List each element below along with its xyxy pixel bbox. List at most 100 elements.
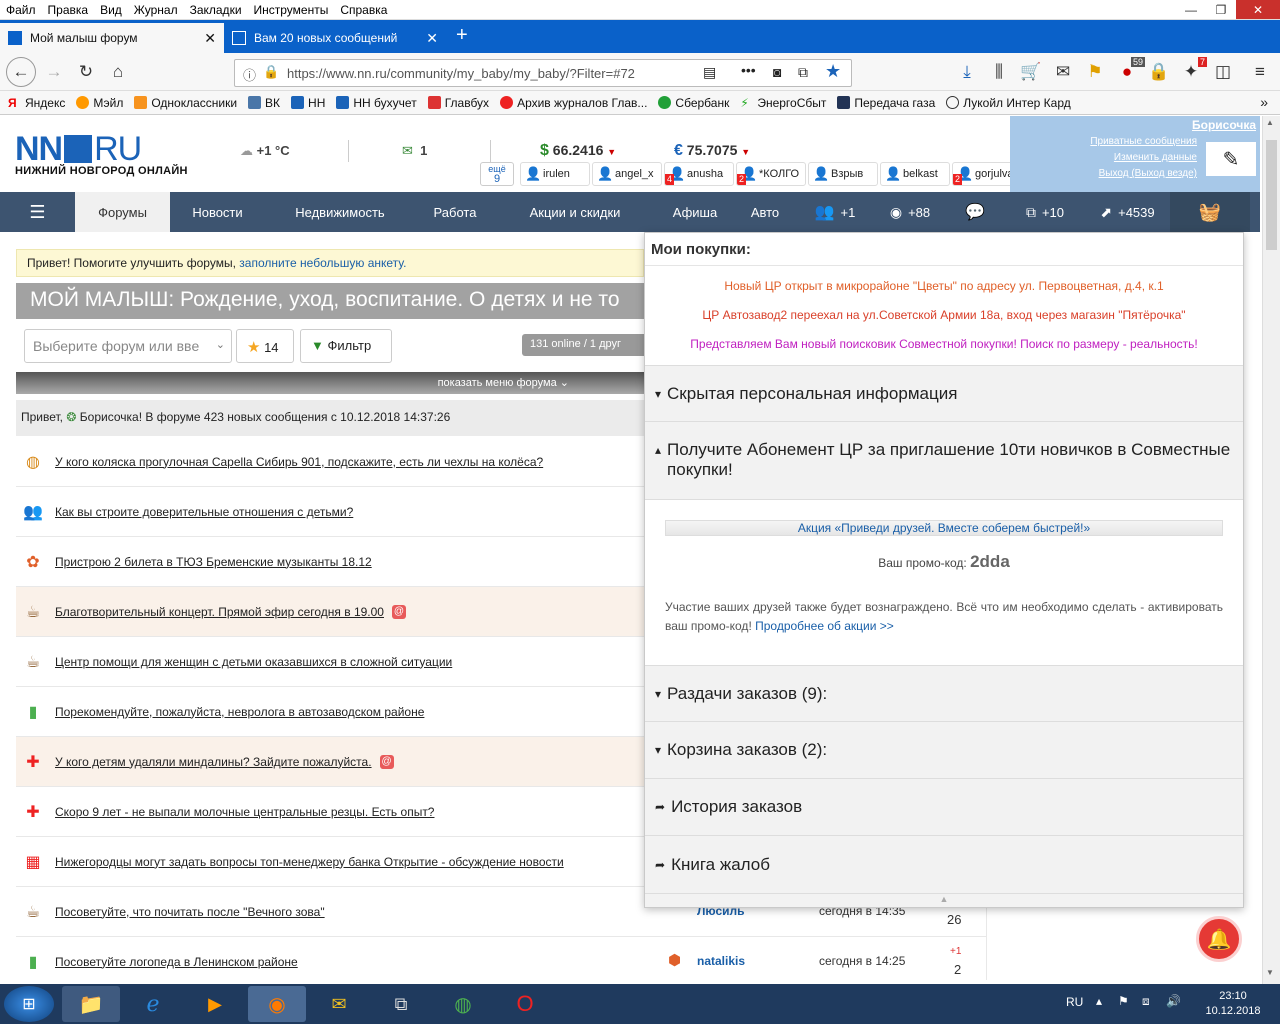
show-forum-menu[interactable]: показать меню форума ⌄ <box>16 372 644 394</box>
username-link[interactable]: Борисочка <box>1192 118 1256 132</box>
bookmark-archive[interactable]: Архив журналов Глав... <box>500 96 647 110</box>
complaints-section[interactable]: ➦ Книга жалоб <box>645 835 1243 893</box>
survey-link[interactable]: заполните небольшую анкету. <box>239 256 406 270</box>
pocket-icon[interactable]: ◙ <box>773 64 781 80</box>
lock-icon[interactable]: 🔒 <box>1147 61 1171 83</box>
menu-bookmarks[interactable]: Закладки <box>184 3 248 17</box>
bookmark-nn[interactable]: НН <box>291 96 325 110</box>
topic-link[interactable]: Посоветуйте, что почитать после "Вечного… <box>55 905 325 919</box>
bookmark-ok[interactable]: Одноклассники <box>134 96 237 110</box>
topic-row[interactable]: ☕ Благотворительный концерт. Прямой эфир … <box>16 587 644 637</box>
page-scrollbar[interactable]: ▲ ▼ <box>1262 116 1280 984</box>
friends-counter[interactable]: 👥 +1 <box>795 192 875 232</box>
hamburger-icon[interactable]: ☰ <box>0 192 75 232</box>
sidebar-icon[interactable]: ◫ <box>1211 61 1235 83</box>
online-user[interactable]: 👤 2 *КОЛГО <box>736 162 806 186</box>
close-icon[interactable]: ✕ <box>1236 0 1280 19</box>
online-user[interactable]: 👤 belkast <box>880 162 950 186</box>
menu-file[interactable]: Файл <box>0 3 42 17</box>
network-app-icon[interactable]: ⧉ <box>372 986 430 1022</box>
language-indicator[interactable]: RU <box>1066 995 1083 1009</box>
forum-select[interactable]: Выберите форум или ввe ⌄ <box>24 329 232 363</box>
topic-link[interactable]: Скоро 9 лет - не выпали молочные централ… <box>55 805 434 819</box>
forward-icon[interactable]: → <box>42 61 66 83</box>
promo-more-link[interactable]: Продробнее об акции >> <box>755 619 894 633</box>
filter-button[interactable]: ▼ Фильтр <box>300 329 392 363</box>
firefox-icon[interactable]: ◉ <box>248 986 306 1022</box>
topic-link[interactable]: Нижегородцы могут задать вопросы топ-мен… <box>55 855 564 869</box>
bookmark-mail[interactable]: Мэйл <box>76 96 123 110</box>
order-history-section[interactable]: ➦ История заказов <box>645 778 1243 835</box>
menu-help[interactable]: Справка <box>334 3 393 17</box>
menu-view[interactable]: Вид <box>94 3 128 17</box>
nav-promos[interactable]: Акции и скидки <box>495 192 655 232</box>
download-icon[interactable]: ⤓ <box>955 61 979 83</box>
avatar[interactable]: ✎ <box>1206 142 1256 176</box>
maximize-icon[interactable]: ❐ <box>1206 0 1236 19</box>
adblock-icon[interactable]: ● 59 <box>1115 57 1145 83</box>
hamburger-menu-icon[interactable]: ≡ <box>1248 61 1272 83</box>
reload-icon[interactable]: ↻ <box>74 61 98 83</box>
rating-counter[interactable]: ⬈ +4539 <box>1085 192 1170 232</box>
bookmark-nn-buh[interactable]: НН бухучет <box>336 96 417 110</box>
logout-link[interactable]: Выход (Выход везде) <box>1099 168 1197 179</box>
tab-forum[interactable]: Мой малыш форум ✕ <box>0 23 224 53</box>
favorites-button[interactable]: ★ 14 <box>236 329 294 363</box>
purchase-news-link[interactable]: Представляем Вам новый поисковик Совмест… <box>645 335 1243 364</box>
tab-messages[interactable]: Вам 20 новых сообщений ✕ <box>224 23 446 53</box>
clock[interactable]: 23:10 10.12.2018 <box>1200 989 1266 1019</box>
online-counter[interactable]: 131 online / 1 друг <box>522 334 644 356</box>
purchase-news-link[interactable]: Новый ЦР открыт в микрорайоне "Цветы" по… <box>645 277 1243 306</box>
start-button-icon[interactable]: ⊞ <box>4 986 54 1022</box>
edit-profile-link[interactable]: Изменить данные <box>1114 152 1197 163</box>
url-text[interactable]: https://www.nn.ru/community/my_baby/my_b… <box>287 66 647 81</box>
cart-section[interactable]: ▾ Корзина заказов (2): <box>645 721 1243 778</box>
online-user[interactable]: 👤 Взрыв <box>808 162 878 186</box>
ie-icon[interactable]: ℯ <box>124 986 182 1022</box>
tray-flag-icon[interactable]: ⚑ <box>1118 994 1129 1008</box>
new-tab-icon[interactable]: + <box>456 24 468 47</box>
mail-icon[interactable]: ✉ <box>1051 61 1075 83</box>
nav-jobs[interactable]: Работа <box>415 192 495 232</box>
promo-code[interactable]: 2dda <box>970 552 1010 571</box>
notification-bell-icon[interactable]: 🔔 <box>1196 916 1242 962</box>
topic-link[interactable]: Благотворительный концерт. Прямой эфир с… <box>55 605 384 619</box>
bookmark-vk[interactable]: ВК <box>248 96 280 110</box>
topic-link[interactable]: Посоветуйте логопеда в Ленинском районе <box>55 955 298 969</box>
eur-rate[interactable]: € 75.7075 ▼ <box>674 142 750 160</box>
chat-icon[interactable]: 💬 <box>945 192 1005 232</box>
topic-row[interactable]: ✚ Скоро 9 лет - не выпали молочные центра… <box>16 787 644 837</box>
topic-row[interactable]: ☕ Посоветуйте, что почитать после "Вечног… <box>16 887 644 937</box>
topic-link[interactable]: Порекомендуйте, пожалуйста, невролога в … <box>55 705 424 719</box>
reader-view-icon[interactable]: ▤ <box>703 64 716 81</box>
opera-icon[interactable]: O <box>496 986 554 1022</box>
topic-row[interactable]: ▮ Порекомендуйте, пожалуйста, невролога в… <box>16 687 644 737</box>
library-icon[interactable]: ⫼ <box>987 61 1011 83</box>
topic-link[interactable]: У кого коляска прогулочная Capella Сибир… <box>55 455 543 469</box>
scroll-down-icon[interactable]: ▼ <box>1266 968 1274 977</box>
bookmark-lukoil[interactable]: Лукойл Интер Кард <box>946 96 1071 110</box>
collapse-up-icon[interactable]: ▲ <box>645 893 1243 907</box>
menu-history[interactable]: Журнал <box>128 3 184 17</box>
minimize-icon[interactable]: — <box>1176 0 1206 19</box>
topic-row[interactable]: ☕ Центр помощи для женщин с детьми оказав… <box>16 637 644 687</box>
topic-row[interactable]: 👥 Как вы строите доверительные отношения … <box>16 487 644 537</box>
back-icon[interactable]: ← <box>6 57 36 87</box>
tray-network-icon[interactable]: ⧈ <box>1142 994 1150 1009</box>
basket-icon[interactable]: 🧺 <box>1170 192 1250 232</box>
online-user[interactable]: 👤 4 anusha <box>664 162 734 186</box>
topic-link[interactable]: Центр помощи для женщин с детьми оказавш… <box>55 655 452 669</box>
online-user[interactable]: 👤 irulen <box>520 162 590 186</box>
mail-app-icon[interactable]: ✉ <box>310 986 368 1022</box>
author-link[interactable]: natalikis <box>697 954 745 968</box>
topic-link[interactable]: Пристрою 2 билета в ТЮЗ Бременские музык… <box>55 555 372 569</box>
menu-edit[interactable]: Правка <box>42 3 95 17</box>
bookmark-glavbuh[interactable]: Главбух <box>427 96 489 110</box>
topic-row[interactable]: ✚ У кого детям удаляли миндалины? Зайдите… <box>16 737 644 787</box>
tray-volume-icon[interactable]: 🔊 <box>1166 994 1181 1008</box>
more-bookmarks-icon[interactable]: » <box>1260 94 1268 110</box>
messages-counter[interactable]: ✉ 1 <box>402 143 427 159</box>
hidden-info-section[interactable]: ▾ Скрытая персональная информация <box>645 365 1243 421</box>
topic-row[interactable]: ✿ Пристрою 2 билета в ТЮЗ Бременские музы… <box>16 537 644 587</box>
scroll-thumb[interactable] <box>1266 140 1277 250</box>
